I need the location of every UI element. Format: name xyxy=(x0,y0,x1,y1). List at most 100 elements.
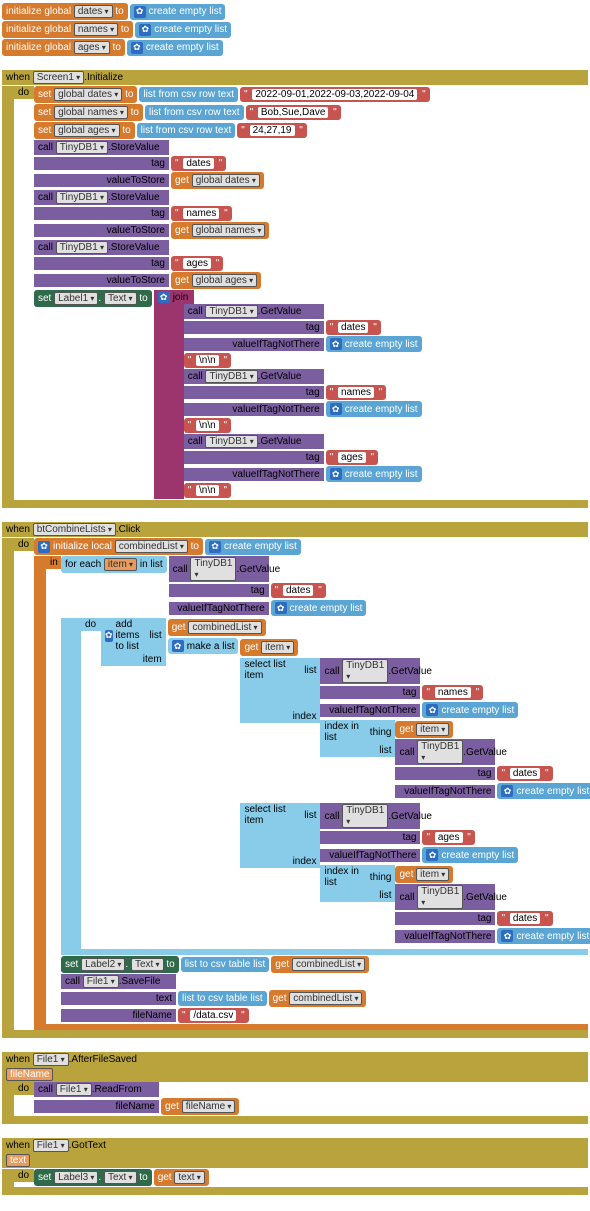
for-each-item[interactable]: for each item in list call TinyDB1.GetVa… xyxy=(61,556,588,617)
gear-icon[interactable]: ✿ xyxy=(209,541,221,553)
set-global-dates[interactable]: set global dates to list from csv row te… xyxy=(34,86,588,103)
var[interactable]: global names xyxy=(54,106,128,119)
combinedlist-var[interactable]: combinedList xyxy=(188,621,261,634)
var-name[interactable]: names xyxy=(74,23,118,36)
prop[interactable]: Text xyxy=(104,292,137,305)
item-var[interactable]: item xyxy=(416,868,449,881)
tag-val[interactable]: ages xyxy=(435,832,463,843)
label[interactable]: Label1 xyxy=(54,292,98,305)
file-savefile[interactable]: call File1.SaveFile textlist to csv tabl… xyxy=(61,974,588,1023)
set-global-names[interactable]: set global names to list from csv row te… xyxy=(34,104,588,121)
store-names[interactable]: call TinyDB1.StoreValue tag" names " val… xyxy=(34,190,588,239)
tinydb[interactable]: TinyDB1 xyxy=(56,191,108,204)
text-val[interactable]: 24,27,19 xyxy=(250,125,295,136)
label2[interactable]: Label2 xyxy=(81,958,125,971)
set-label1[interactable]: set Label1. Text to ✿join call TinyDB1.G… xyxy=(34,290,588,499)
join-getvalue-ages[interactable]: call TinyDB1.GetValue tag" ages " valueI… xyxy=(184,434,422,482)
tinydb[interactable]: TinyDB1 xyxy=(190,557,236,581)
tinydb[interactable]: TinyDB1 xyxy=(342,804,388,828)
gear-icon[interactable]: ✿ xyxy=(501,930,513,942)
file1[interactable]: File1 xyxy=(56,1083,92,1096)
get-var[interactable]: global dates xyxy=(192,174,260,187)
gear-icon[interactable]: ✿ xyxy=(426,849,438,861)
set-label3[interactable]: set Label3. Text to get text xyxy=(34,1169,588,1186)
tinydb[interactable]: TinyDB1 xyxy=(205,305,257,318)
gear-icon[interactable]: ✿ xyxy=(330,403,342,415)
tinydb[interactable]: TinyDB1 xyxy=(205,435,257,448)
gear-icon[interactable]: ✿ xyxy=(158,291,170,303)
filename-var[interactable]: fileName xyxy=(182,1100,236,1113)
tag-val[interactable]: dates xyxy=(283,585,313,596)
set-label2[interactable]: set Label2. Text to list to csv table li… xyxy=(61,956,588,973)
gear-icon[interactable]: ✿ xyxy=(330,468,342,480)
gear-icon[interactable]: ✿ xyxy=(330,338,342,350)
tag-val[interactable]: dates xyxy=(183,158,213,169)
tinydb[interactable]: TinyDB1 xyxy=(417,740,463,764)
prop[interactable]: Text xyxy=(131,958,164,971)
cl-var[interactable]: combinedList xyxy=(289,992,362,1005)
when-gottext[interactable]: when File1.GotText text do set Label3. T… xyxy=(2,1138,588,1195)
tag-val[interactable]: dates xyxy=(338,322,368,333)
var-name[interactable]: ages xyxy=(74,41,110,54)
init-names[interactable]: initialize global names to ✿create empty… xyxy=(2,21,588,38)
var[interactable]: global ages xyxy=(54,124,119,137)
tag-val[interactable]: names xyxy=(338,387,374,398)
param-filename[interactable]: fileName xyxy=(6,1068,53,1081)
gear-icon[interactable]: ✿ xyxy=(134,6,146,18)
store-dates[interactable]: call TinyDB1.StoreValue tag" dates " val… xyxy=(34,140,588,189)
when-screen1-initialize[interactable]: when Screen1.Initialize do set global da… xyxy=(2,70,588,508)
tag-val[interactable]: ages xyxy=(338,452,366,463)
gear-icon[interactable]: ✿ xyxy=(105,630,113,642)
file1[interactable]: File1 xyxy=(83,975,119,988)
component[interactable]: Screen1 xyxy=(33,71,85,84)
tag-val[interactable]: names xyxy=(435,687,471,698)
gear-icon[interactable]: ✿ xyxy=(426,704,438,716)
component[interactable]: btCombineLists xyxy=(33,523,116,536)
join-getvalue-dates[interactable]: call TinyDB1.GetValue tag" dates " value… xyxy=(184,304,422,352)
get-var[interactable]: global names xyxy=(192,224,266,237)
var-name[interactable]: dates xyxy=(74,5,113,18)
text-var[interactable]: text xyxy=(174,1171,204,1184)
item-var[interactable]: item xyxy=(416,723,449,736)
local-name[interactable]: combinedList xyxy=(115,540,188,553)
text-val[interactable]: 2022-09-01,2022-09-03,2022-09-04 xyxy=(252,89,417,100)
add-items-to-list[interactable]: ✿add items to list list item get combine… xyxy=(101,618,588,948)
cl-var[interactable]: combinedList xyxy=(292,958,365,971)
gear-icon[interactable]: ✿ xyxy=(172,640,184,652)
gear-icon[interactable]: ✿ xyxy=(38,541,50,553)
init-dates[interactable]: initialize global dates to ✿create empty… xyxy=(2,3,588,20)
gear-icon[interactable]: ✿ xyxy=(275,602,287,614)
join-getvalue-names[interactable]: call TinyDB1.GetValue tag" names " value… xyxy=(184,369,422,417)
tinydb[interactable]: TinyDB1 xyxy=(205,370,257,383)
tag-dates[interactable]: dates xyxy=(510,913,540,924)
prop[interactable]: Text xyxy=(104,1171,137,1184)
tinydb[interactable]: TinyDB1 xyxy=(417,885,463,909)
param-text[interactable]: text xyxy=(6,1154,30,1167)
file1[interactable]: File1 xyxy=(33,1139,69,1152)
var[interactable]: global dates xyxy=(54,88,122,101)
newline[interactable]: \n\n xyxy=(196,485,219,496)
select-names[interactable]: select list item list index call xyxy=(240,657,590,802)
gear-icon[interactable]: ✿ xyxy=(139,24,151,36)
path-val[interactable]: /data.csv xyxy=(190,1010,236,1021)
set-global-ages[interactable]: set global ages to list from csv row tex… xyxy=(34,122,588,139)
file1[interactable]: File1 xyxy=(33,1053,69,1066)
init-ages[interactable]: initialize global ages to ✿create empty … xyxy=(2,39,588,56)
text-val[interactable]: Bob,Sue,Dave xyxy=(258,107,329,118)
tinydb[interactable]: TinyDB1 xyxy=(56,241,108,254)
item-var[interactable]: item xyxy=(104,558,137,571)
get-var[interactable]: global ages xyxy=(192,274,257,287)
when-afterfilesaved[interactable]: when File1.AfterFileSaved fileName do ca… xyxy=(2,1052,588,1124)
select-ages[interactable]: select list item list index call xyxy=(240,802,590,947)
tinydb[interactable]: TinyDB1 xyxy=(342,659,388,683)
newline[interactable]: \n\n xyxy=(196,420,219,431)
item-var[interactable]: item xyxy=(261,641,294,654)
newline[interactable]: \n\n xyxy=(196,355,219,366)
gear-icon[interactable]: ✿ xyxy=(131,42,143,54)
tinydb[interactable]: TinyDB1 xyxy=(56,141,108,154)
when-btcombine-click[interactable]: when btCombineLists.Click do ✿initialize… xyxy=(2,522,588,1038)
label3[interactable]: Label3 xyxy=(54,1171,98,1184)
store-ages[interactable]: call TinyDB1.StoreValue tag" ages " valu… xyxy=(34,240,588,289)
tag-val[interactable]: ages xyxy=(183,258,211,269)
init-local-combinedlist[interactable]: ✿initialize local combinedList to ✿creat… xyxy=(34,538,588,555)
